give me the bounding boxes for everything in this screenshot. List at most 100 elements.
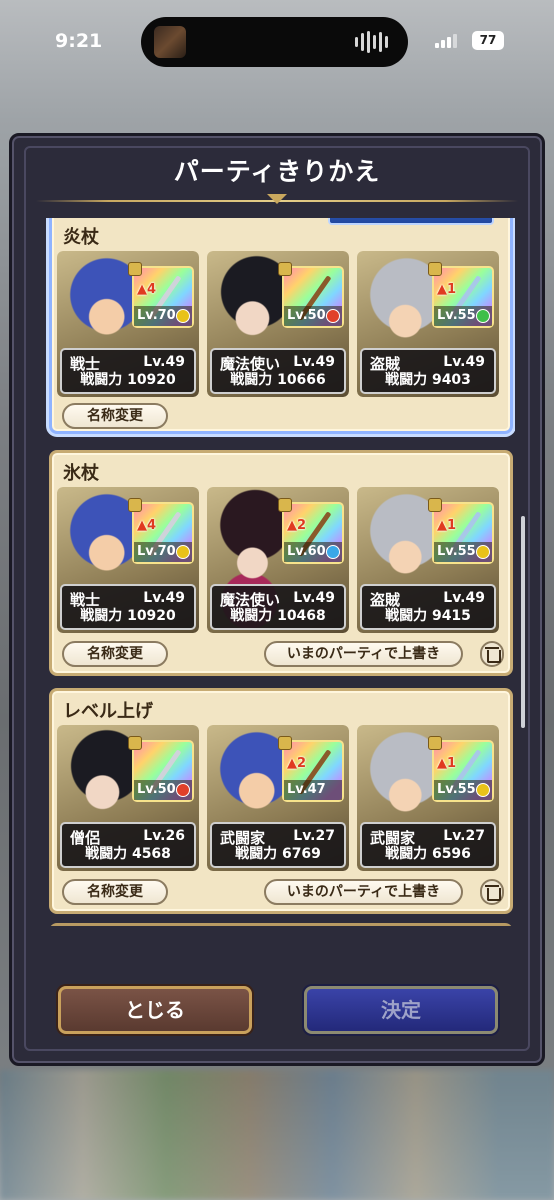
member-power: 戦闘力 4568	[85, 846, 171, 862]
member-card[interactable]: ▲2 Lv.47 武闘家 Lv.27 戦闘力 6769	[207, 725, 349, 871]
member-power: 戦闘力 6769	[235, 846, 321, 862]
element-icon	[326, 545, 340, 559]
weapon-icon: ▲2 Lv.60	[278, 498, 344, 564]
member-info: 盗賊 Lv.49 戦闘力 9403	[360, 348, 496, 394]
rename-button[interactable]: 名称変更	[62, 879, 168, 905]
member-level: Lv.49	[443, 590, 485, 606]
party-list[interactable]: 炎杖いまのパーティ▲4Lv.70戦士Lv.49戦闘力 10920Lv.50魔法使…	[45, 218, 515, 926]
background-menu-blur	[0, 1070, 554, 1200]
cellular-signal-icon	[435, 34, 457, 48]
member-info: 武闘家 Lv.27 戦闘力 6769	[210, 822, 346, 868]
weapon-icon: ▲1 Lv.55	[428, 262, 494, 328]
member-card[interactable]: ▲1 Lv.55 武闘家 Lv.27 戦闘力 6596	[357, 725, 499, 871]
weapon-icon: ▲4 Lv.70	[128, 262, 194, 328]
party-panel[interactable]: レベル上げ Lv.50 僧侶 Lv.26 戦闘力 4568 ▲2 Lv.47 武闘家 Lv.27…	[49, 688, 513, 914]
member-power: 戦闘力 10920	[80, 372, 176, 388]
member-info: 戦士 Lv.49 戦闘力 10920	[60, 348, 196, 394]
party-name: 氷杖	[63, 463, 99, 484]
member-level: Lv.27	[443, 828, 485, 844]
lock-icon	[128, 736, 142, 750]
overwrite-button[interactable]: いまのパーティで上書き	[264, 641, 463, 667]
member-level: Lv.27	[293, 828, 335, 844]
weapon-icon: Lv.50	[278, 262, 344, 328]
weapon-plus: ▲2	[287, 756, 307, 771]
weapon-plus: ▲4	[137, 282, 157, 297]
party-name: レベル上げ	[63, 701, 153, 722]
weapon-plus: ▲4	[137, 518, 157, 533]
member-level: Lv.49	[293, 354, 335, 370]
member-power: 戦闘力 6596	[385, 846, 471, 862]
weapon-icon: Lv.50	[128, 736, 194, 802]
element-icon	[476, 309, 490, 323]
lock-icon	[128, 262, 142, 276]
lock-icon	[278, 498, 292, 512]
member-info: 盗賊 Lv.49 戦闘力 9415	[360, 584, 496, 630]
weapon-level: Lv.47	[284, 780, 342, 800]
member-card[interactable]: Lv.50 魔法使い Lv.49 戦闘力 10666	[207, 251, 349, 397]
member-info: 魔法使い Lv.49 戦闘力 10468	[210, 584, 346, 630]
party-name: 炎杖	[63, 227, 99, 248]
member-info: 僧侶 Lv.26 戦闘力 4568	[60, 822, 196, 868]
status-bar: 9:21 77	[0, 0, 554, 80]
weapon-plus: ▲1	[437, 756, 457, 771]
member-card[interactable]: ▲4 Lv.70 戦士 Lv.49 戦闘力 10920	[57, 251, 199, 397]
now-playing-thumbnail	[154, 26, 186, 58]
member-card[interactable]: ▲1 Lv.55 盗賊 Lv.49 戦闘力 9415	[357, 487, 499, 633]
lock-icon	[128, 498, 142, 512]
confirm-button[interactable]: 決定	[304, 986, 498, 1034]
member-power: 戦闘力 9403	[385, 372, 471, 388]
dynamic-island	[141, 17, 408, 67]
element-icon	[326, 309, 340, 323]
member-level: Lv.49	[293, 590, 335, 606]
clock: 9:21	[55, 30, 103, 52]
lock-icon	[428, 498, 442, 512]
member-power: 戦闘力 9415	[385, 608, 471, 624]
rename-button[interactable]: 名称変更	[62, 641, 168, 667]
weapon-icon: ▲4 Lv.70	[128, 498, 194, 564]
member-info: 魔法使い Lv.49 戦闘力 10666	[210, 348, 346, 394]
member-level: Lv.49	[143, 354, 185, 370]
member-card[interactable]: Lv.50 僧侶 Lv.26 戦闘力 4568	[57, 725, 199, 871]
lock-icon	[278, 736, 292, 750]
battery-indicator: 77	[472, 31, 504, 50]
element-icon	[176, 545, 190, 559]
member-info: 戦士 Lv.49 戦闘力 10920	[60, 584, 196, 630]
party-panel[interactable]: 炎杖いまのパーティ▲4Lv.70戦士Lv.49戦闘力 10920Lv.50魔法使…	[49, 218, 513, 434]
trash-icon[interactable]	[480, 879, 504, 905]
weapon-plus: ▲1	[437, 518, 457, 533]
party-panel[interactable]: 氷杖 ▲4 Lv.70 戦士 Lv.49 戦闘力 10920 ▲2 Lv.60 魔法使い Lv.4…	[49, 450, 513, 676]
member-power: 戦闘力 10666	[230, 372, 326, 388]
lock-icon	[428, 262, 442, 276]
weapon-plus: ▲1	[437, 282, 457, 297]
weapon-icon: ▲1 Lv.55	[428, 498, 494, 564]
member-level: Lv.49	[143, 590, 185, 606]
element-icon	[176, 309, 190, 323]
weapon-icon: ▲2 Lv.47	[278, 736, 344, 802]
member-card[interactable]: ▲1 Lv.55 盗賊 Lv.49 戦闘力 9403	[357, 251, 499, 397]
party-panel-peek[interactable]	[49, 923, 513, 926]
element-icon	[476, 783, 490, 797]
member-power: 戦闘力 10468	[230, 608, 326, 624]
overwrite-button[interactable]: いまのパーティで上書き	[264, 879, 463, 905]
close-button[interactable]: とじる	[58, 986, 252, 1034]
weapon-icon: ▲1 Lv.55	[428, 736, 494, 802]
weapon-plus: ▲2	[287, 518, 307, 533]
member-level: Lv.26	[143, 828, 185, 844]
member-power: 戦闘力 10920	[80, 608, 176, 624]
current-party-badge: いまのパーティ	[328, 218, 494, 225]
member-card[interactable]: ▲4 Lv.70 戦士 Lv.49 戦闘力 10920	[57, 487, 199, 633]
title-ornament-icon	[267, 194, 287, 206]
trash-icon[interactable]	[480, 641, 504, 667]
element-icon	[176, 783, 190, 797]
audio-waveform-icon	[355, 31, 388, 53]
lock-icon	[278, 262, 292, 276]
element-icon	[476, 545, 490, 559]
party-switch-dialog: パーティきりかえ 炎杖いまのパーティ▲4Lv.70戦士Lv.49戦闘力 1092…	[9, 133, 545, 1066]
member-info: 武闘家 Lv.27 戦闘力 6596	[360, 822, 496, 868]
scrollbar[interactable]	[521, 516, 525, 728]
member-level: Lv.49	[443, 354, 485, 370]
rename-button[interactable]: 名称変更	[62, 403, 168, 429]
dialog-title: パーティきりかえ	[173, 157, 381, 186]
member-card[interactable]: ▲2 Lv.60 魔法使い Lv.49 戦闘力 10468	[207, 487, 349, 633]
lock-icon	[428, 736, 442, 750]
